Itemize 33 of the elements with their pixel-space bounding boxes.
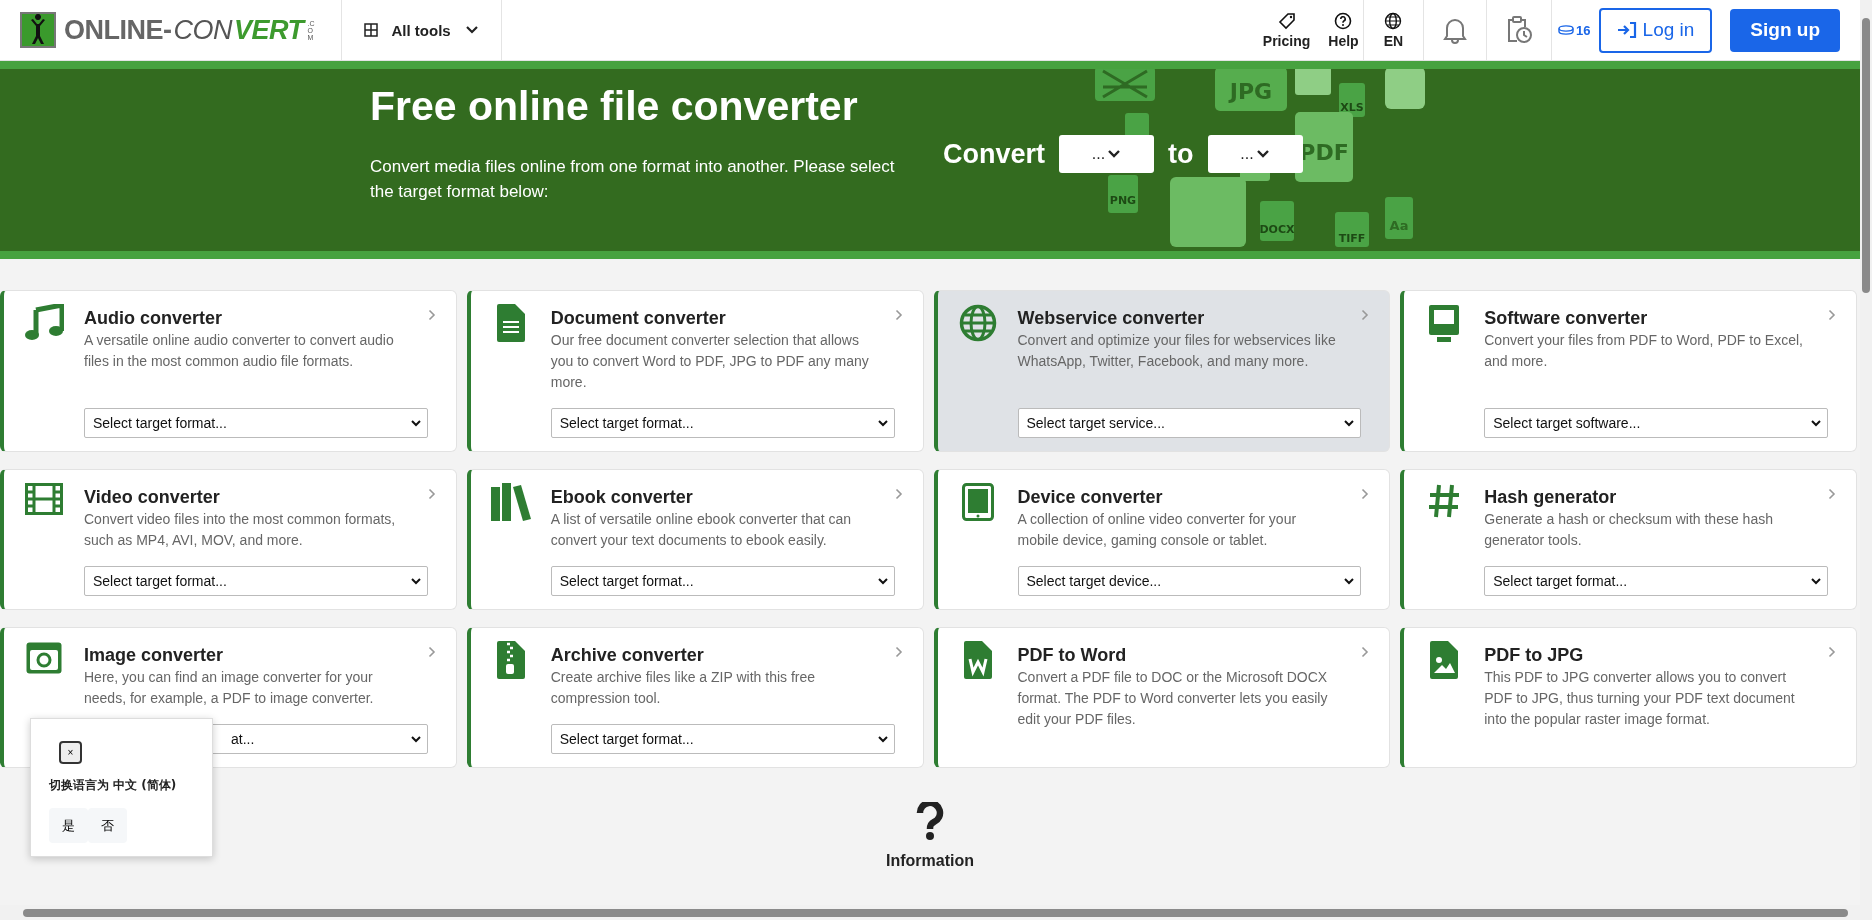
card-description: Here, you can find an image converter for your needs, for example, a PDF to image converter. bbox=[84, 668, 375, 708]
card-title: Ebook converter bbox=[550, 487, 694, 508]
card-title: PDF to Word bbox=[1017, 645, 1128, 666]
popup-message: 切换语言为 中文 (简体) bbox=[49, 777, 178, 794]
card-title: Video converter bbox=[84, 487, 221, 508]
card-description: A list of versatile online ebook converter that can convert your text documents to ebook easily. bbox=[550, 510, 853, 550]
card-title: Document converter bbox=[550, 308, 727, 329]
card-description: Convert your files from PDF to Word, PDF to Excel, and more. bbox=[1484, 331, 1804, 371]
card-title: Webservice converter bbox=[1017, 308, 1206, 329]
card-description: A collection of online video converter for your mobile device, gaming console or tablet. bbox=[1017, 510, 1298, 550]
card-description: Convert a PDF file to DOC or the Microsoft DOCX format. The PDF to Word converter lets you easily edit your PDF files. bbox=[1017, 668, 1329, 729]
card-title: Archive converter bbox=[550, 645, 705, 666]
card-description: Generate a hash or checksum with these hash generator tools. bbox=[1484, 510, 1774, 550]
card-title: PDF to JPG bbox=[1484, 645, 1585, 666]
card-description: Convert video files into the most common formats, such as MP4, AVI, MOV, and more. bbox=[84, 510, 397, 550]
section-title: Information bbox=[886, 852, 974, 870]
convert-label: Convert bbox=[943, 138, 1045, 170]
logo-text: VERT bbox=[234, 14, 304, 46]
card-title: Software converter bbox=[1484, 308, 1649, 329]
card-description: Create archive files like a ZIP with this free compression tool. bbox=[550, 668, 817, 708]
card-title: Audio converter bbox=[84, 308, 224, 329]
logo-text: CON bbox=[173, 14, 232, 46]
card-description: Convert and optimize your files for webservices like WhatsApp, Twitter, Facebook, and many more. bbox=[1017, 331, 1337, 371]
card-title: Hash generator bbox=[1484, 487, 1618, 508]
card-description: Our free document converter selection that allows you to convert Word to PDF, JPG to PDF any many more. bbox=[550, 331, 870, 392]
page-subtitle: Convert media files online from one format into another. Please select the target format below: bbox=[370, 156, 896, 203]
to-label: to bbox=[1168, 138, 1194, 170]
card-title: Device converter bbox=[1017, 487, 1164, 508]
card-title: Image converter bbox=[84, 645, 225, 666]
card-description: A versatile online audio converter to convert audio files in the most common audio file formats. bbox=[84, 331, 395, 371]
logo-text: ONLINE- bbox=[64, 14, 172, 46]
page-title: Free online file converter bbox=[370, 83, 859, 130]
card-description: This PDF to JPG converter allows you to convert PDF to JPG, thus turning your PDF text document into the popular raster image format. bbox=[1484, 668, 1796, 729]
